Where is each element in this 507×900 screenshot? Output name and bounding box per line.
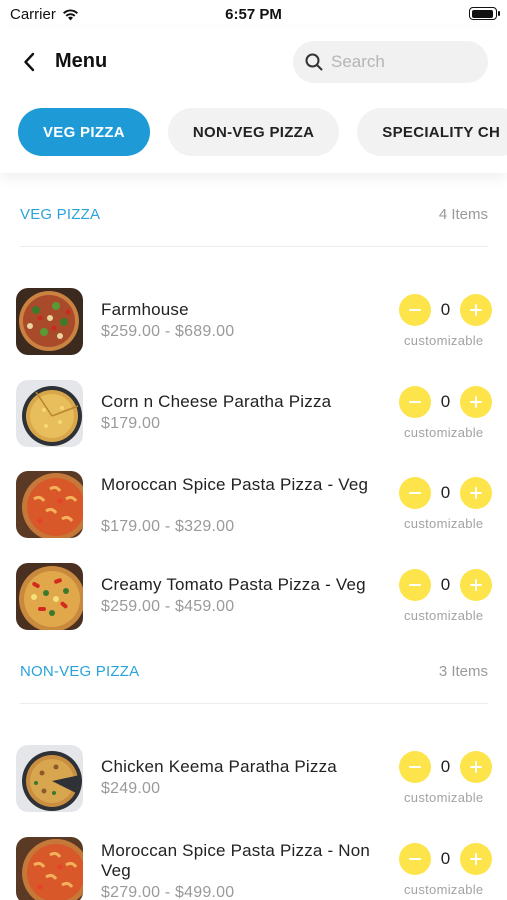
status-time: 6:57 PM	[225, 6, 282, 23]
item-price: $179.00 - $329.00	[101, 518, 235, 535]
menu-list[interactable]: VEG PIZZA 4 Items Farmhouse $259.00 - $6…	[0, 173, 507, 900]
item-name: Creamy Tomato Pasta Pizza - Veg	[101, 574, 366, 594]
quantity-value: 0	[440, 300, 451, 319]
moroccan-pizza-image	[16, 836, 83, 900]
menu-item[interactable]: Moroccan Spice Pasta Pizza - Veg $179.00…	[0, 447, 507, 539]
increase-button[interactable]	[460, 568, 492, 601]
item-price: $249.00	[101, 780, 161, 797]
section-header: VEG PIZZA 4 Items	[0, 173, 507, 248]
minus-icon	[409, 492, 421, 494]
menu-item[interactable]: Corn n Cheese Paratha Pizza $179.00 0 cu…	[0, 356, 507, 448]
quantity-value: 0	[440, 757, 451, 776]
increase-button[interactable]	[460, 477, 492, 509]
decrease-button[interactable]	[399, 477, 431, 509]
item-name: Corn n Cheese Paratha Pizza	[101, 391, 332, 411]
search-icon	[305, 53, 323, 71]
battery-icon	[469, 7, 500, 20]
customizable-label: customizable	[404, 790, 484, 805]
item-price: $179.00	[101, 414, 161, 432]
plus-icon	[470, 852, 482, 865]
keema-paratha-pizza-image	[16, 745, 83, 812]
plus-icon	[470, 395, 482, 408]
section-title: VEG PIZZA	[20, 206, 101, 223]
back-button[interactable]	[16, 48, 42, 76]
decrease-button[interactable]	[399, 385, 431, 418]
quantity-value: 0	[440, 483, 451, 502]
quantity-stepper: 0	[399, 294, 494, 326]
header: Menu VEG PIZZA NON-VEG PIZZA SPECIALITY …	[0, 28, 507, 173]
increase-button[interactable]	[460, 842, 492, 875]
section-header: NON-VEG PIZZA 3 Items	[0, 630, 507, 705]
item-name: Moroccan Spice Pasta Pizza - Veg	[101, 475, 369, 494]
minus-icon	[409, 857, 421, 860]
quantity-stepper: 0	[399, 751, 494, 783]
quantity-value: 0	[440, 848, 451, 868]
decrease-button[interactable]	[399, 842, 431, 875]
menu-item[interactable]: Chicken Keema Paratha Pizza $249.00 0 cu…	[0, 721, 507, 813]
menu-item[interactable]: Creamy Tomato Pasta Pizza - Veg $259.00 …	[0, 539, 507, 631]
plus-icon	[470, 578, 482, 591]
creamy-tomato-pizza-image	[16, 562, 83, 630]
plus-icon	[470, 304, 482, 316]
minus-icon	[409, 309, 421, 311]
menu-item[interactable]: Farmhouse $259.00 - $689.00 0 customizab…	[0, 264, 507, 356]
farmhouse-pizza-image	[16, 288, 83, 355]
minus-icon	[409, 583, 421, 586]
customizable-label: customizable	[404, 881, 484, 897]
increase-button[interactable]	[460, 751, 492, 783]
quantity-stepper: 0	[399, 477, 494, 509]
decrease-button[interactable]	[399, 568, 431, 601]
item-name: Moroccan Spice Pasta Pizza - Non Veg	[101, 840, 371, 880]
decrease-button[interactable]	[399, 751, 431, 783]
section-title: NON-VEG PIZZA	[20, 663, 140, 680]
item-name: Farmhouse	[101, 300, 189, 319]
status-bar: Carrier 6:57 PM	[0, 0, 507, 28]
customizable-label: customizable	[404, 607, 484, 623]
tab-speciality[interactable]: SPECIALITY CH	[357, 108, 507, 156]
search-bar[interactable]	[293, 41, 488, 83]
tab-veg-pizza[interactable]: VEG PIZZA	[18, 108, 150, 156]
minus-icon	[409, 400, 421, 403]
tab-non-veg-pizza[interactable]: NON-VEG PIZZA	[167, 108, 340, 156]
item-price: $259.00 - $689.00	[101, 323, 235, 340]
category-tabs: VEG PIZZA NON-VEG PIZZA SPECIALITY CH	[18, 108, 507, 156]
page-title: Menu	[55, 50, 108, 72]
menu-item[interactable]: Moroccan Spice Pasta Pizza - Non Veg $27…	[0, 813, 507, 900]
section-item-count: 3 Items	[438, 663, 488, 680]
paratha-pizza-image	[16, 379, 83, 447]
quantity-stepper: 0	[399, 385, 494, 418]
decrease-button[interactable]	[399, 294, 431, 326]
item-name: Chicken Keema Paratha Pizza	[101, 757, 337, 776]
plus-icon	[470, 761, 482, 773]
section-item-count: 4 Items	[438, 206, 488, 223]
divider	[20, 703, 488, 704]
customizable-label: customizable	[404, 424, 484, 440]
chevron-left-icon	[24, 52, 35, 72]
item-price: $279.00 - $499.00	[101, 883, 235, 900]
customizable-label: customizable	[404, 516, 484, 531]
plus-icon	[470, 487, 482, 499]
minus-icon	[409, 766, 421, 768]
quantity-value: 0	[440, 391, 451, 411]
moroccan-pizza-image	[16, 471, 83, 538]
customizable-label: customizable	[404, 333, 484, 348]
quantity-stepper: 0	[399, 842, 494, 875]
increase-button[interactable]	[460, 385, 492, 418]
divider	[20, 246, 488, 247]
quantity-stepper: 0	[399, 568, 494, 601]
increase-button[interactable]	[460, 294, 492, 326]
search-input[interactable]	[331, 52, 481, 72]
item-price: $259.00 - $459.00	[101, 597, 235, 615]
quantity-value: 0	[440, 574, 451, 594]
